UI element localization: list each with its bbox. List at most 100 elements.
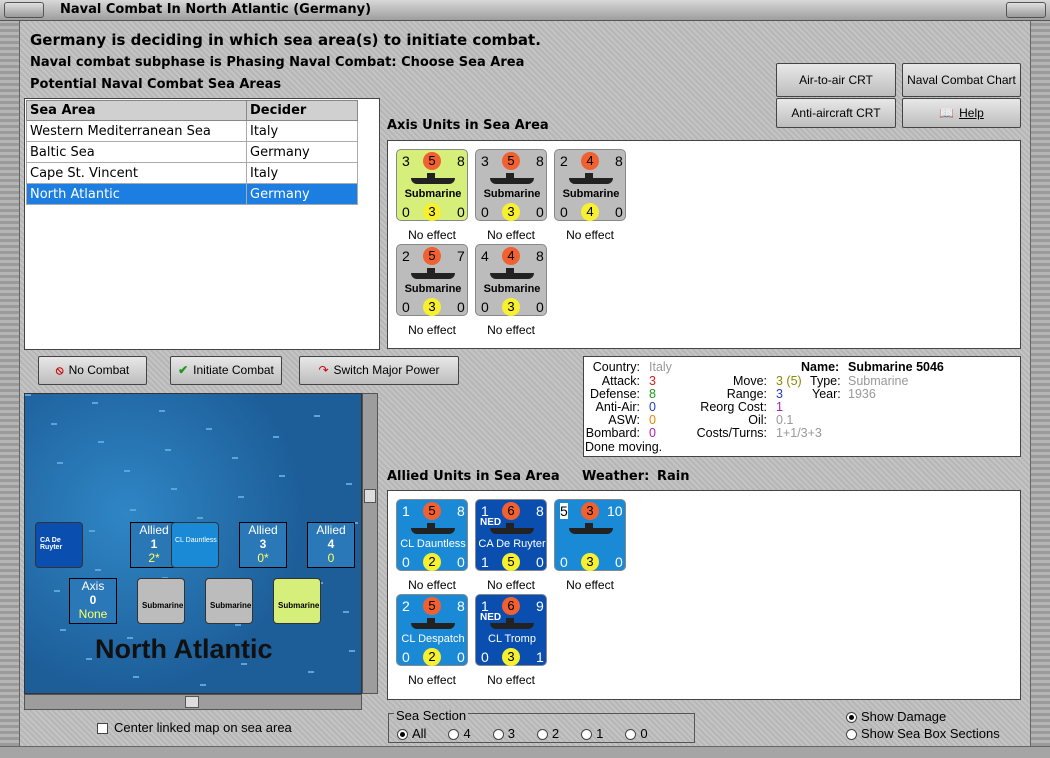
reorg-label: Reorg Cost: (700, 400, 767, 414)
sea-section-option[interactable]: 2 (536, 726, 560, 741)
asw-value: 0 (649, 413, 656, 427)
table-row[interactable]: Baltic Sea Germany (26, 141, 358, 163)
map-unit-sub-3[interactable]: Submarine (273, 578, 321, 624)
unit-bl: 0 (402, 299, 410, 315)
map-unit-sub-1[interactable]: Submarine (137, 578, 185, 624)
cell-sea-area[interactable]: Baltic Sea (26, 141, 247, 163)
axis-box-0[interactable]: Axis 0 None (69, 578, 117, 624)
sea-section-radio[interactable] (448, 729, 460, 741)
axis-unit-counter[interactable]: 4 4 8 0 3 0 Submarine (475, 244, 547, 316)
unit-tl: 2 (402, 248, 410, 264)
unit-bc: 2 (423, 648, 441, 666)
help-button[interactable]: 📖 Help (902, 98, 1021, 128)
cell-sea-area[interactable]: Western Mediterranean Sea (26, 120, 247, 142)
sea-area-map[interactable]: Allied 1 2* Allied 3 0* Allied 4 0 Axis 0 None C… (24, 393, 362, 694)
wave-decoration (232, 457, 238, 459)
show-sea-box-sections-option[interactable]: Show Sea Box Sections (846, 726, 1000, 741)
map-unit-dauntless[interactable]: CL Dauntless (171, 522, 219, 568)
anti-aircraft-crt-button[interactable]: Anti-aircraft CRT (776, 98, 896, 128)
unit-tr: 8 (536, 248, 544, 264)
allied-unit-counter[interactable]: 2 5 8 0 2 0 CL Despatch (396, 594, 468, 666)
unit-bc: 3 (502, 648, 520, 666)
sea-section-radio[interactable] (397, 729, 408, 741)
cell-sea-area[interactable]: Cape St. Vincent (26, 162, 247, 184)
sea-section-radio[interactable] (536, 729, 548, 741)
cell-decider[interactable]: Italy (246, 162, 358, 184)
sea-section-option[interactable]: 3 (492, 726, 515, 741)
wave-decoration (165, 449, 171, 451)
cell-decider[interactable]: Germany (246, 183, 358, 205)
bottom-frame (0, 746, 1050, 758)
no-combat-button[interactable]: ⦸ No Combat (38, 356, 147, 385)
wave-decoration (54, 590, 60, 592)
asw-label: ASW: (608, 413, 640, 427)
unit-bl: 0 (560, 554, 568, 570)
map-vertical-scrollbar[interactable] (362, 393, 378, 694)
cell-decider[interactable]: Italy (246, 120, 358, 142)
unit-tl: 2 (560, 153, 568, 169)
axis-unit-counter[interactable]: 3 5 8 0 3 0 Submarine (396, 149, 468, 221)
show-damage-radio[interactable] (846, 712, 857, 724)
wave-decoration (349, 650, 355, 652)
sea-section-option[interactable]: 0 (625, 726, 648, 741)
allied-unit-counter[interactable]: 1 6 8 1 5 0 NED CA De Ruyter (475, 499, 547, 571)
left-frame (0, 21, 20, 758)
costs-value: 1+1/3+3 (776, 426, 822, 440)
oil-label: Oil: (748, 413, 767, 427)
wave-decoration (98, 441, 104, 443)
cell-decider[interactable]: Germany (246, 141, 358, 163)
col-sea-area[interactable]: Sea Area (26, 100, 247, 121)
sea-area-table: Sea Area Decider Western Mediterranean Se… (26, 100, 358, 205)
col-decider[interactable]: Decider (246, 100, 358, 121)
range-value: 3 (776, 387, 783, 401)
axis-unit-counter[interactable]: 3 5 8 0 3 0 Submarine (475, 149, 547, 221)
cell-sea-area[interactable]: North Atlantic (26, 183, 247, 205)
show-sections-radio[interactable] (846, 729, 857, 741)
table-row[interactable]: Western Mediterranean Sea Italy (26, 120, 358, 142)
unit-result-note: No effect (487, 673, 535, 687)
sea-section-label: 2 (551, 726, 560, 741)
unit-bl: 0 (402, 554, 410, 570)
sea-section-option[interactable]: 4 (448, 726, 471, 741)
map-hscroll-thumb[interactable] (185, 696, 199, 708)
map-unit-de-ruyter[interactable]: CA De Ruyter (35, 522, 83, 568)
unit-tr: 8 (457, 503, 465, 519)
center-map-checkbox[interactable] (97, 723, 108, 735)
window-menu-button[interactable] (4, 2, 44, 18)
allied-box-4[interactable]: Allied 4 0 (307, 522, 355, 568)
allied-box-3[interactable]: Allied 3 0* (239, 522, 287, 568)
wave-decoration (159, 410, 165, 412)
table-row[interactable]: Cape St. Vincent Italy (26, 162, 358, 184)
map-horizontal-scrollbar[interactable] (24, 694, 362, 710)
unit-bc: 3 (581, 553, 599, 571)
naval-combat-chart-button[interactable]: Naval Combat Chart (902, 63, 1021, 97)
unit-tc: 6 (502, 502, 520, 520)
unit-name: Submarine (404, 188, 462, 200)
sea-section-option[interactable]: All (397, 726, 426, 741)
unit-name: Submarine (483, 283, 541, 295)
sea-section-option[interactable]: 1 (581, 726, 603, 741)
air-to-air-crt-button[interactable]: Air-to-air CRT (776, 63, 896, 97)
show-damage-option[interactable]: Show Damage (846, 709, 946, 724)
center-map-option[interactable]: Center linked map on sea area (97, 720, 292, 735)
axis-unit-counter[interactable]: 2 4 8 0 4 0 Submarine (554, 149, 626, 221)
initiate-combat-button[interactable]: ✔ Initiate Combat (170, 356, 282, 385)
ship-silhouette-icon (490, 523, 534, 534)
close-button[interactable] (1006, 2, 1046, 18)
allied-unit-counter[interactable]: 1 5 8 0 2 0 CL Dauntless (396, 499, 468, 571)
switch-major-power-button[interactable]: ↷ Switch Major Power (299, 356, 459, 385)
axis-unit-counter[interactable]: 2 5 7 0 3 0 Submarine (396, 244, 468, 316)
unit-br: 0 (457, 299, 465, 315)
map-vscroll-thumb[interactable] (364, 489, 376, 503)
allied-unit-counter[interactable]: 5 3 10 0 3 0 (554, 499, 626, 571)
unit-tl: 2 (402, 598, 410, 614)
map-unit-sub-2[interactable]: Submarine (205, 578, 253, 624)
wave-decoration (343, 611, 349, 613)
wave-decoration (200, 684, 206, 686)
sea-section-radio[interactable] (492, 729, 504, 741)
unit-tr: 8 (615, 153, 623, 169)
sea-section-radio[interactable] (625, 729, 637, 741)
sea-section-radio[interactable] (581, 729, 593, 741)
table-row[interactable]: North Atlantic Germany (26, 183, 358, 205)
allied-unit-counter[interactable]: 1 6 9 0 3 1 NED CL Tromp (475, 594, 547, 666)
